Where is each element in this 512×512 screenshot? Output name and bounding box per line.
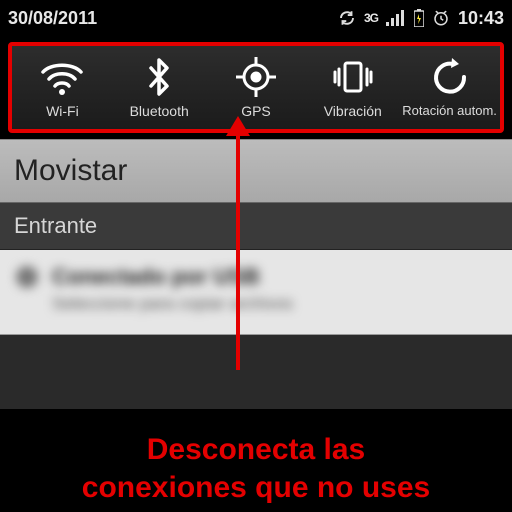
- bluetooth-icon: [144, 52, 174, 102]
- toggle-wifi[interactable]: Wi-Fi: [14, 52, 110, 119]
- toggle-label: Vibración: [324, 104, 382, 119]
- status-date: 30/08/2011: [8, 8, 97, 29]
- vibration-icon: [329, 52, 377, 102]
- gps-icon: [234, 52, 278, 102]
- toggle-autorotate[interactable]: Rotación autom.: [402, 52, 498, 118]
- annotation-caption: Desconecta las conexiones que no uses: [0, 409, 512, 512]
- section-header-incoming: Entrante: [0, 203, 512, 250]
- phone-screen: 30/08/2011 3G 10:43: [0, 0, 512, 512]
- caption-line-2: conexiones que no uses: [82, 471, 430, 504]
- toggle-label: GPS: [241, 104, 271, 119]
- quick-toggles-row: Wi-Fi Bluetooth: [8, 42, 504, 133]
- wifi-icon: [39, 52, 85, 102]
- notification-item[interactable]: Conectado por USB Seleccione para copiar…: [0, 250, 512, 335]
- battery-charging-icon: [414, 9, 424, 27]
- status-bar: 30/08/2011 3G 10:43: [0, 0, 512, 36]
- notification-subtitle: Seleccione para copiar archivos: [52, 294, 496, 314]
- status-time: 10:43: [458, 8, 504, 29]
- status-icons: 3G 10:43: [338, 8, 504, 29]
- empty-area: [0, 335, 512, 409]
- alarm-icon: [432, 9, 450, 27]
- carrier-label: Movistar: [0, 139, 512, 203]
- toggle-label: Rotación autom.: [402, 104, 497, 118]
- toggle-gps[interactable]: GPS: [208, 52, 304, 119]
- caption-line-1: Desconecta las: [147, 433, 365, 466]
- quick-toggles-container: Wi-Fi Bluetooth: [0, 36, 512, 139]
- rotate-icon: [429, 52, 471, 102]
- toggle-vibration[interactable]: Vibración: [305, 52, 401, 119]
- toggle-bluetooth[interactable]: Bluetooth: [111, 52, 207, 119]
- signal-icon: [386, 10, 406, 26]
- toggle-label: Wi-Fi: [46, 104, 79, 119]
- notification-icon: [16, 266, 38, 288]
- sync-icon: [338, 9, 356, 27]
- notification-title: Conectado por USB: [52, 264, 260, 290]
- toggle-label: Bluetooth: [130, 104, 189, 119]
- 3g-icon: 3G: [364, 11, 378, 25]
